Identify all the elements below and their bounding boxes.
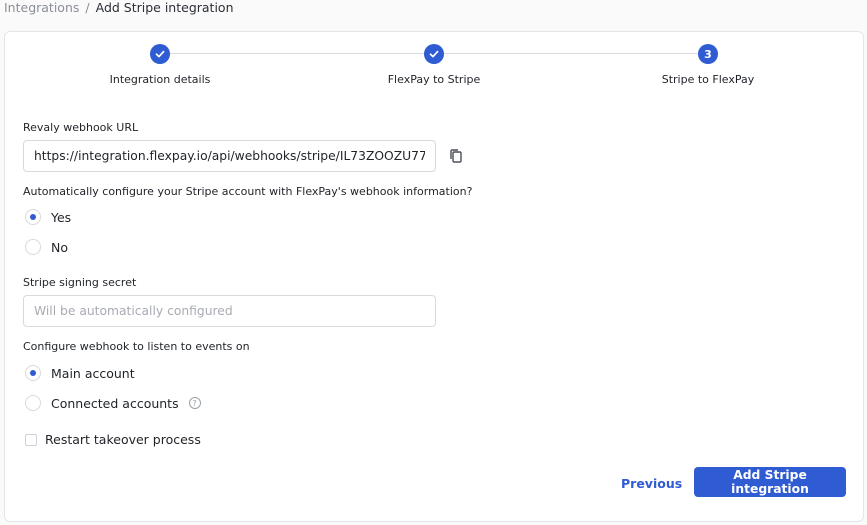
radio-button[interactable] xyxy=(25,365,41,381)
signing-secret-input[interactable] xyxy=(23,295,436,327)
radio-option-connected-accounts[interactable]: Connected accounts ? xyxy=(25,395,201,411)
radio-label: Main account xyxy=(51,365,135,381)
radio-label: No xyxy=(51,239,68,255)
radio-button[interactable] xyxy=(25,395,41,411)
step-label: Stripe to FlexPay xyxy=(661,73,755,86)
webhook-url-input[interactable] xyxy=(23,140,436,172)
integration-form-card: Integration details FlexPay to Stripe 3 … xyxy=(4,31,864,522)
question-circle-icon[interactable]: ? xyxy=(188,397,201,409)
add-stripe-integration-button[interactable]: Add Stripe integration xyxy=(694,467,846,497)
radio-option-yes[interactable]: Yes xyxy=(25,209,71,225)
copy-icon[interactable] xyxy=(446,146,466,166)
step-label: Integration details xyxy=(109,73,211,86)
check-icon xyxy=(150,44,170,64)
signing-secret-label: Stripe signing secret xyxy=(23,276,137,289)
breadcrumb-current: Add Stripe integration xyxy=(95,0,234,15)
check-icon xyxy=(424,44,444,64)
restart-takeover-checkbox-row[interactable]: Restart takeover process xyxy=(25,432,201,447)
previous-button[interactable]: Previous xyxy=(611,468,692,498)
step-flexpay-to-stripe: FlexPay to Stripe xyxy=(324,44,544,86)
breadcrumb-separator: / xyxy=(85,0,90,15)
breadcrumb: Integrations / Add Stripe integration xyxy=(4,0,234,16)
step-integration-details: Integration details xyxy=(50,44,270,86)
auto-configure-question: Automatically configure your Stripe acco… xyxy=(23,185,473,198)
step-number: 3 xyxy=(698,44,718,64)
radio-button[interactable] xyxy=(25,239,41,255)
breadcrumb-integrations-link[interactable]: Integrations xyxy=(4,0,79,16)
radio-label: Yes xyxy=(51,209,72,225)
radio-button[interactable] xyxy=(25,209,41,225)
step-stripe-to-flexpay: 3 Stripe to FlexPay xyxy=(598,44,818,86)
radio-option-no[interactable]: No xyxy=(25,239,68,255)
listen-events-label: Configure webhook to listen to events on xyxy=(23,340,250,353)
restart-takeover-checkbox[interactable] xyxy=(25,433,37,446)
webhook-url-label: Revaly webhook URL xyxy=(23,121,139,134)
step-label: FlexPay to Stripe xyxy=(387,73,481,86)
radio-label: Connected accounts xyxy=(51,395,179,411)
restart-takeover-label: Restart takeover process xyxy=(45,432,201,447)
radio-option-main-account[interactable]: Main account xyxy=(25,365,135,381)
